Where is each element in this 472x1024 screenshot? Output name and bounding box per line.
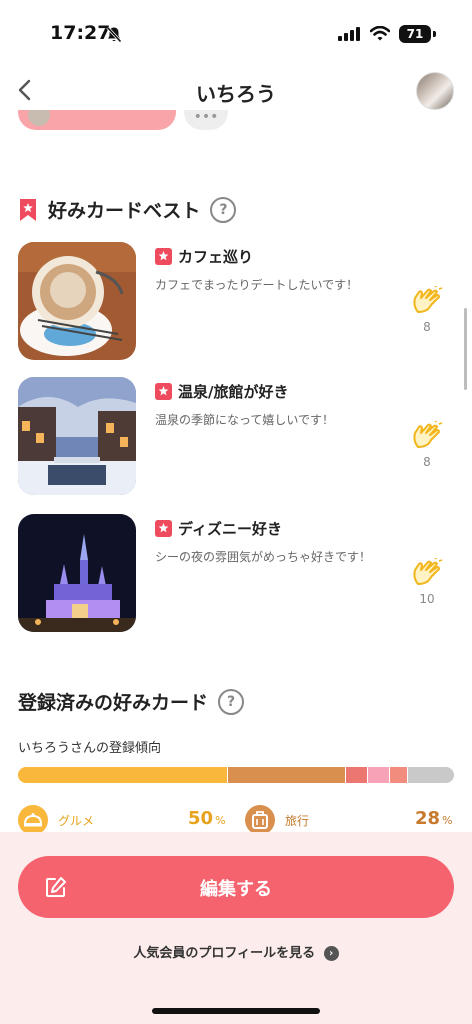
legend-name: 旅行 bbox=[285, 813, 310, 828]
trend-segment bbox=[406, 767, 454, 783]
legend-percent: 50% bbox=[188, 808, 226, 829]
card-title: ディズニー好き bbox=[178, 520, 282, 538]
clap-count: 8 bbox=[423, 455, 431, 469]
trend-segment bbox=[345, 767, 368, 783]
wifi-icon bbox=[370, 26, 390, 41]
percent-unit: % bbox=[442, 814, 453, 827]
star-tag-icon bbox=[155, 383, 172, 400]
trend-segment bbox=[18, 767, 228, 783]
popular-profiles-label: 人気会員のプロフィールを見る bbox=[133, 946, 316, 961]
legend-gourmet: グルメ bbox=[18, 805, 94, 835]
status-time: 17:27 bbox=[50, 22, 111, 44]
help-icon[interactable]: ? bbox=[218, 688, 245, 715]
avatar[interactable] bbox=[416, 72, 454, 110]
best-card-disney[interactable]: ディズニー好き シーの夜の雰囲気がめっちゃ好きです！ 10 bbox=[18, 514, 458, 632]
card-title: カフェ巡り bbox=[178, 248, 254, 266]
clap-count: 8 bbox=[423, 320, 431, 334]
status-bar: 17:27 71 bbox=[0, 0, 472, 62]
legend-percent: 28% bbox=[415, 808, 453, 829]
trend-label: いちろうさんの登録傾向 bbox=[18, 741, 162, 756]
best-card-cafe[interactable]: カフェ巡り カフェでまったりデートしたいです！ 8 bbox=[18, 242, 458, 360]
best-cards-title: 好みカードベスト bbox=[48, 200, 201, 222]
edit-button-label: 編集する bbox=[200, 879, 272, 900]
home-indicator bbox=[152, 1008, 320, 1014]
clap-button[interactable]: 8 bbox=[410, 419, 444, 469]
trend-segment bbox=[367, 767, 390, 783]
suitcase-icon bbox=[245, 805, 275, 835]
mute-bell-icon bbox=[106, 26, 122, 43]
bookmark-star-icon bbox=[20, 198, 36, 221]
clap-count: 10 bbox=[419, 592, 435, 606]
popular-profiles-link[interactable]: 人気会員のプロフィールを見る › bbox=[0, 942, 472, 961]
registered-cards-header: 登録済みの好みカード ? bbox=[18, 688, 245, 715]
card-title-row: ディズニー好き bbox=[155, 518, 282, 539]
star-tag-icon bbox=[155, 520, 172, 537]
scrollbar[interactable] bbox=[464, 308, 467, 390]
best-card-onsen[interactable]: 温泉/旅館が好き 温泉の季節になって嬉しいです！ 8 bbox=[18, 377, 458, 495]
best-cards-header: 好みカードベスト ? bbox=[18, 196, 237, 223]
clap-button[interactable]: 10 bbox=[410, 556, 444, 606]
percent-value: 28 bbox=[415, 808, 441, 829]
collab-chip[interactable] bbox=[18, 110, 176, 130]
clap-icon bbox=[413, 419, 443, 448]
card-title: 温泉/旅館が好き bbox=[178, 383, 289, 401]
more-chip[interactable]: ••• bbox=[184, 110, 228, 130]
legend-travel: 旅行 bbox=[245, 805, 309, 835]
card-description: 温泉の季節になって嬉しいです！ bbox=[155, 413, 335, 427]
onsen-photo bbox=[18, 377, 136, 495]
percent-value: 50 bbox=[188, 808, 214, 829]
battery-indicator: 71 bbox=[399, 25, 431, 43]
star-tag-icon bbox=[155, 248, 172, 265]
trend-segment bbox=[389, 767, 407, 783]
edit-button[interactable]: 編集する bbox=[18, 856, 454, 918]
chip-avatar bbox=[28, 110, 50, 126]
cloche-icon bbox=[18, 805, 48, 835]
clap-icon bbox=[413, 284, 443, 313]
clap-icon bbox=[413, 556, 443, 585]
card-title-row: カフェ巡り bbox=[155, 246, 253, 267]
trend-bar bbox=[18, 767, 454, 783]
card-title-row: 温泉/旅館が好き bbox=[155, 381, 288, 402]
trend-segment bbox=[227, 767, 346, 783]
page-title: いちろう bbox=[196, 82, 276, 106]
battery-tip bbox=[433, 31, 436, 37]
chevron-right-icon: › bbox=[323, 946, 339, 961]
chip-row: ••• bbox=[0, 110, 472, 136]
cell-signal-icon bbox=[338, 27, 360, 41]
card-description: シーの夜の雰囲気がめっちゃ好きです！ bbox=[155, 550, 372, 564]
registered-cards-title: 登録済みの好みカード bbox=[18, 692, 209, 714]
card-description: カフェでまったりデートしたいです！ bbox=[155, 278, 359, 292]
bottom-action-panel: 編集する 人気会員のプロフィールを見る › bbox=[0, 832, 472, 1024]
help-icon[interactable]: ? bbox=[210, 196, 237, 223]
castle-photo bbox=[18, 514, 136, 632]
percent-unit: % bbox=[215, 814, 226, 827]
legend-name: グルメ bbox=[58, 813, 95, 828]
clap-button[interactable]: 8 bbox=[410, 284, 444, 334]
cafe-photo bbox=[18, 242, 136, 360]
